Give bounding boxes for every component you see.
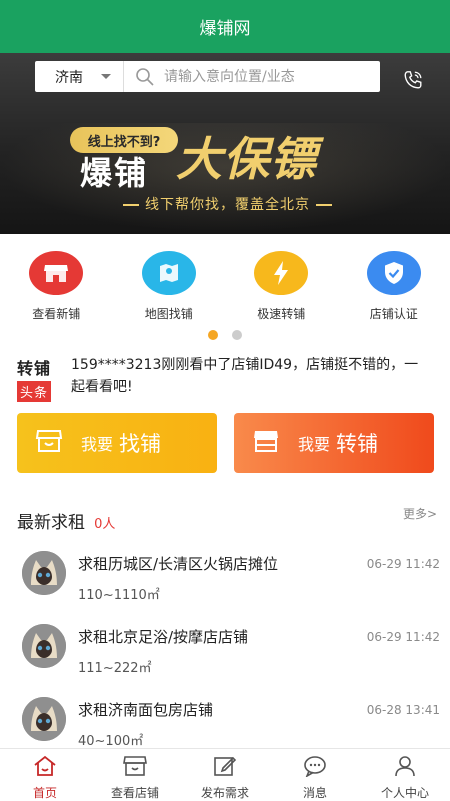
avatar	[22, 624, 66, 668]
storefront-icon	[252, 428, 280, 458]
news-text: 159****3213刚刚看中了店铺ID49，店铺挺不错的，一起看看吧!	[71, 354, 431, 398]
map-icon	[142, 251, 196, 295]
quick-actions-pager	[0, 330, 450, 340]
user-icon	[392, 755, 418, 781]
lightning-icon	[254, 251, 308, 295]
request-area: 110~1110㎡	[78, 584, 160, 603]
search-bar: 济南	[35, 61, 380, 92]
promo-banner[interactable]: 济南 线上找不到? 爆铺 大保镖 线下帮你找，覆盖全北京	[0, 53, 450, 234]
banner-subtitle: 线下帮你找，覆盖全北京	[95, 194, 360, 214]
request-area: 40~100㎡	[78, 730, 143, 749]
latest-requests-header: 最新求租 0人 更多>	[17, 508, 437, 530]
transfer-shop-button[interactable]: 我要 转铺	[234, 413, 434, 473]
tab-view-shops[interactable]: 查看店铺	[90, 749, 180, 800]
more-link[interactable]: 更多>	[403, 505, 437, 522]
tab-post-request[interactable]: 发布需求	[180, 749, 270, 800]
bottom-tab-bar: 首页 查看店铺 发布需求 消息 个人中心	[0, 748, 450, 800]
quick-map-search[interactable]: 地图找铺	[113, 234, 226, 328]
request-area: 111~222㎡	[78, 657, 152, 676]
shield-check-icon	[367, 251, 421, 295]
tab-profile[interactable]: 个人中心	[360, 749, 450, 800]
request-time: 06-29 11:42	[367, 630, 440, 644]
shop-icon	[29, 251, 83, 295]
banner-slogan: 大保镖	[176, 123, 317, 189]
search-icon	[135, 67, 155, 91]
request-title: 求租历城区/长清区火锅店摊位	[78, 553, 278, 574]
rent-request-list: 求租历城区/长清区火锅店摊位 110~1110㎡ 06-29 11:42 求租北…	[0, 545, 450, 764]
quick-shop-certify[interactable]: 店铺认证	[338, 234, 450, 328]
news-ticker[interactable]: 转铺 头条 159****3213刚刚看中了店铺ID49，店铺挺不错的，一起看看…	[0, 350, 450, 402]
news-logo: 转铺 头条	[17, 355, 55, 402]
list-item[interactable]: 求租北京足浴/按摩店店铺 111~222㎡ 06-29 11:42	[0, 618, 450, 691]
avatar	[22, 697, 66, 741]
city-selector[interactable]: 济南	[35, 61, 124, 92]
request-time: 06-28 13:41	[367, 703, 440, 717]
section-count: 0人	[94, 517, 115, 532]
quick-fast-transfer[interactable]: 极速转铺	[225, 234, 338, 328]
phone-icon[interactable]	[402, 69, 424, 95]
request-time: 06-29 11:42	[367, 557, 440, 571]
shop-smile-icon	[35, 428, 63, 458]
quick-new-shops[interactable]: 查看新铺	[0, 234, 113, 328]
list-item[interactable]: 求租历城区/长清区火锅店摊位 110~1110㎡ 06-29 11:42	[0, 545, 450, 618]
chevron-down-icon	[101, 74, 111, 79]
quick-actions: 查看新铺 地图找铺 极速转铺 店铺认证	[0, 234, 450, 328]
app-title: 爆铺网	[200, 14, 251, 39]
request-title: 求租北京足浴/按摩店店铺	[78, 626, 248, 647]
store-icon	[122, 755, 148, 781]
search-input[interactable]	[124, 61, 380, 92]
home-icon	[32, 755, 58, 781]
pager-dot-active[interactable]	[208, 330, 218, 340]
request-title: 求租济南面包房店铺	[78, 699, 213, 720]
find-shop-button[interactable]: 我要 找铺	[17, 413, 217, 473]
app-header: 爆铺网	[0, 0, 450, 53]
edit-icon	[212, 755, 238, 781]
tab-messages[interactable]: 消息	[270, 749, 360, 800]
chat-icon	[302, 755, 328, 781]
tab-home[interactable]: 首页	[0, 749, 90, 800]
section-title: 最新求租	[17, 513, 85, 533]
banner-brand: 爆铺	[80, 148, 148, 194]
pager-dot[interactable]	[232, 330, 242, 340]
city-label: 济南	[55, 67, 83, 87]
avatar	[22, 551, 66, 595]
